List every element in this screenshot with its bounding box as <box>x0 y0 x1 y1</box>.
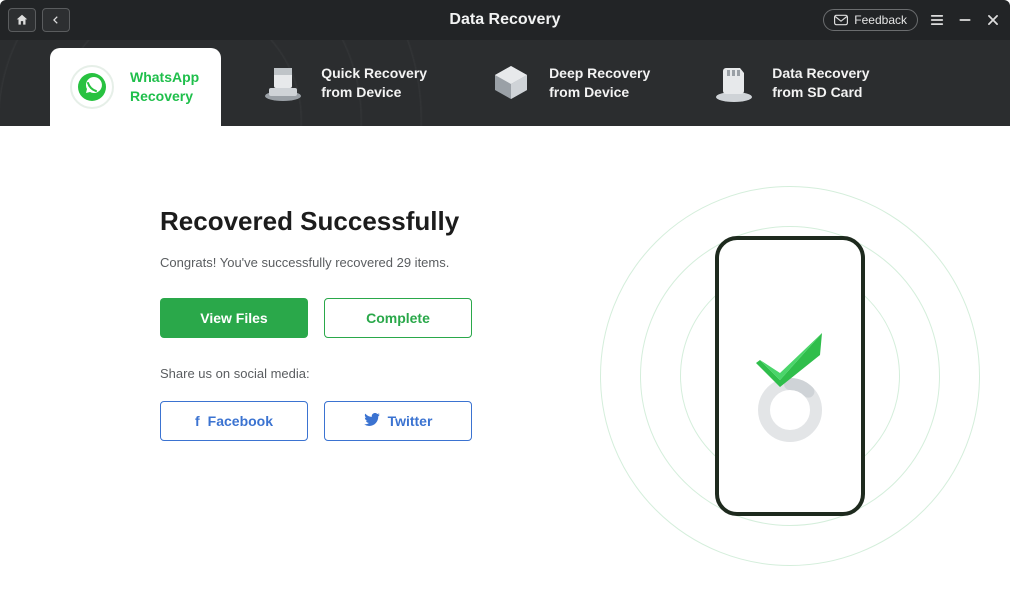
facebook-label: Facebook <box>208 413 273 429</box>
close-button[interactable] <box>984 11 1002 29</box>
main-content: Recovered Successfully Congrats! You've … <box>0 126 1010 600</box>
deep-recovery-icon <box>487 59 535 107</box>
facebook-icon: f <box>195 413 200 429</box>
chevron-left-icon <box>51 14 61 26</box>
sd-card-icon <box>710 59 758 107</box>
close-icon <box>986 13 1000 27</box>
menu-icon <box>929 13 945 27</box>
quick-recovery-icon <box>259 59 307 107</box>
title-bar: Data Recovery Feedback <box>0 0 1010 40</box>
complete-button[interactable]: Complete <box>324 298 472 338</box>
feedback-button[interactable]: Feedback <box>823 9 918 31</box>
header-left <box>8 8 70 32</box>
feedback-label: Feedback <box>854 13 907 27</box>
mode-tabs: WhatsApp Recovery Quick Recovery from De… <box>0 40 1010 126</box>
mail-icon <box>834 14 848 26</box>
home-icon <box>15 13 29 27</box>
minimize-icon <box>958 13 972 27</box>
view-files-button[interactable]: View Files <box>160 298 308 338</box>
tab-label: Deep Recovery from Device <box>549 64 650 102</box>
phone-frame <box>715 236 865 516</box>
app-window: Data Recovery Feedback <box>0 0 1010 600</box>
tab-label: WhatsApp Recovery <box>130 68 199 106</box>
tab-quick-recovery[interactable]: Quick Recovery from Device <box>241 40 449 126</box>
facebook-share-button[interactable]: f Facebook <box>160 401 308 441</box>
tab-whatsapp-recovery[interactable]: WhatsApp Recovery <box>50 48 221 126</box>
twitter-label: Twitter <box>388 413 433 429</box>
tab-label: Data Recovery from SD Card <box>772 64 869 102</box>
home-button[interactable] <box>8 8 36 32</box>
twitter-icon <box>364 413 380 429</box>
tab-sd-recovery[interactable]: Data Recovery from SD Card <box>692 40 891 126</box>
checkmark-icon <box>750 325 830 400</box>
header-right: Feedback <box>823 9 1002 31</box>
twitter-share-button[interactable]: Twitter <box>324 401 472 441</box>
minimize-button[interactable] <box>956 11 974 29</box>
menu-button[interactable] <box>928 11 946 29</box>
tab-deep-recovery[interactable]: Deep Recovery from Device <box>469 40 672 126</box>
whatsapp-icon <box>68 63 116 111</box>
success-illustration <box>630 196 950 556</box>
tab-label: Quick Recovery from Device <box>321 64 427 102</box>
back-button[interactable] <box>42 8 70 32</box>
